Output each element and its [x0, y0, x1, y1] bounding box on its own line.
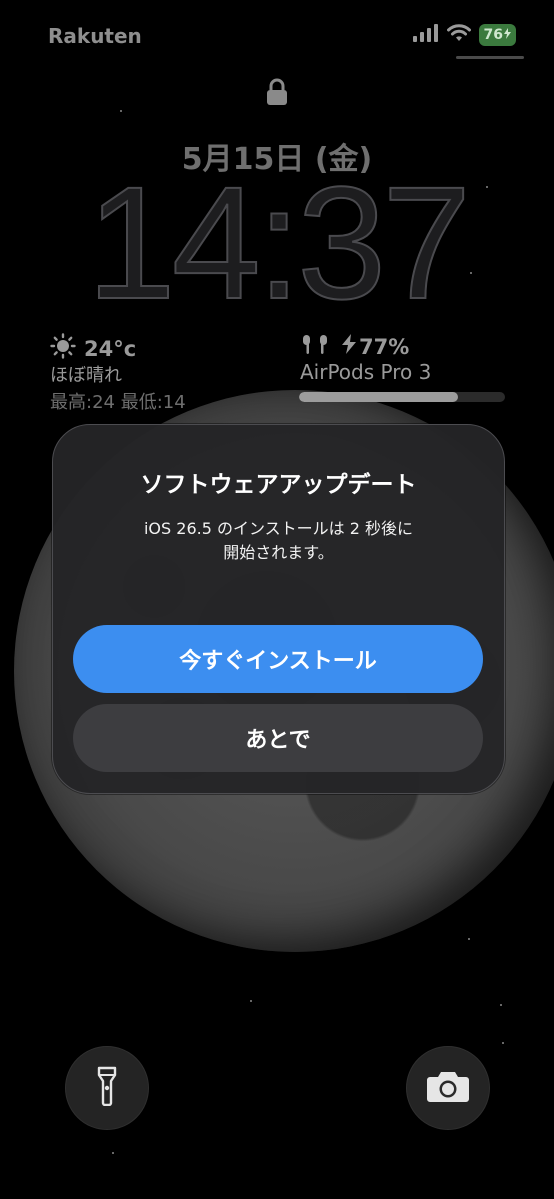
carrier-label: Rakuten [48, 24, 142, 48]
flashlight-icon [96, 1066, 118, 1110]
wifi-icon [446, 24, 471, 46]
later-button[interactable]: あとで [73, 704, 483, 772]
weather-range: 最高:24 最低:14 [50, 392, 186, 413]
status-underline [456, 56, 524, 59]
flashlight-button[interactable] [65, 1046, 149, 1130]
charging-icon [504, 25, 511, 45]
weather-widget[interactable]: 24°c [50, 333, 136, 364]
dialog-title: ソフトウェアアップデート [140, 472, 417, 498]
camera-button[interactable] [406, 1046, 490, 1130]
battery-level: 76 [483, 27, 503, 43]
signal-icon [412, 24, 439, 46]
install-now-button[interactable]: 今すぐインストール [73, 625, 483, 693]
sun-icon [50, 333, 76, 364]
weather-condition: ほぼ晴れ [50, 365, 122, 386]
airpods-battery-bar [299, 392, 505, 402]
status-icons: 76 [412, 24, 516, 46]
airpods-icon [300, 332, 330, 361]
lock-time: 14:37 [86, 153, 472, 332]
airpods-widget[interactable]: 77% [300, 332, 409, 361]
airpods-name: AirPods Pro 3 [300, 360, 432, 384]
bolt-icon [342, 334, 356, 359]
battery-icon: 76 [478, 24, 516, 46]
software-update-dialog: ソフトウェアアップデート iOS 26.5 のインストールは 2 秒後に 開始され… [52, 424, 505, 794]
lock-icon [265, 78, 289, 110]
weather-temperature: 24°c [84, 336, 137, 361]
airpods-battery: 77% [359, 334, 410, 359]
dialog-message: iOS 26.5 のインストールは 2 秒後に 開始されます。 [143, 519, 414, 562]
airpods-battery-fill [299, 392, 458, 402]
camera-icon [426, 1069, 470, 1107]
